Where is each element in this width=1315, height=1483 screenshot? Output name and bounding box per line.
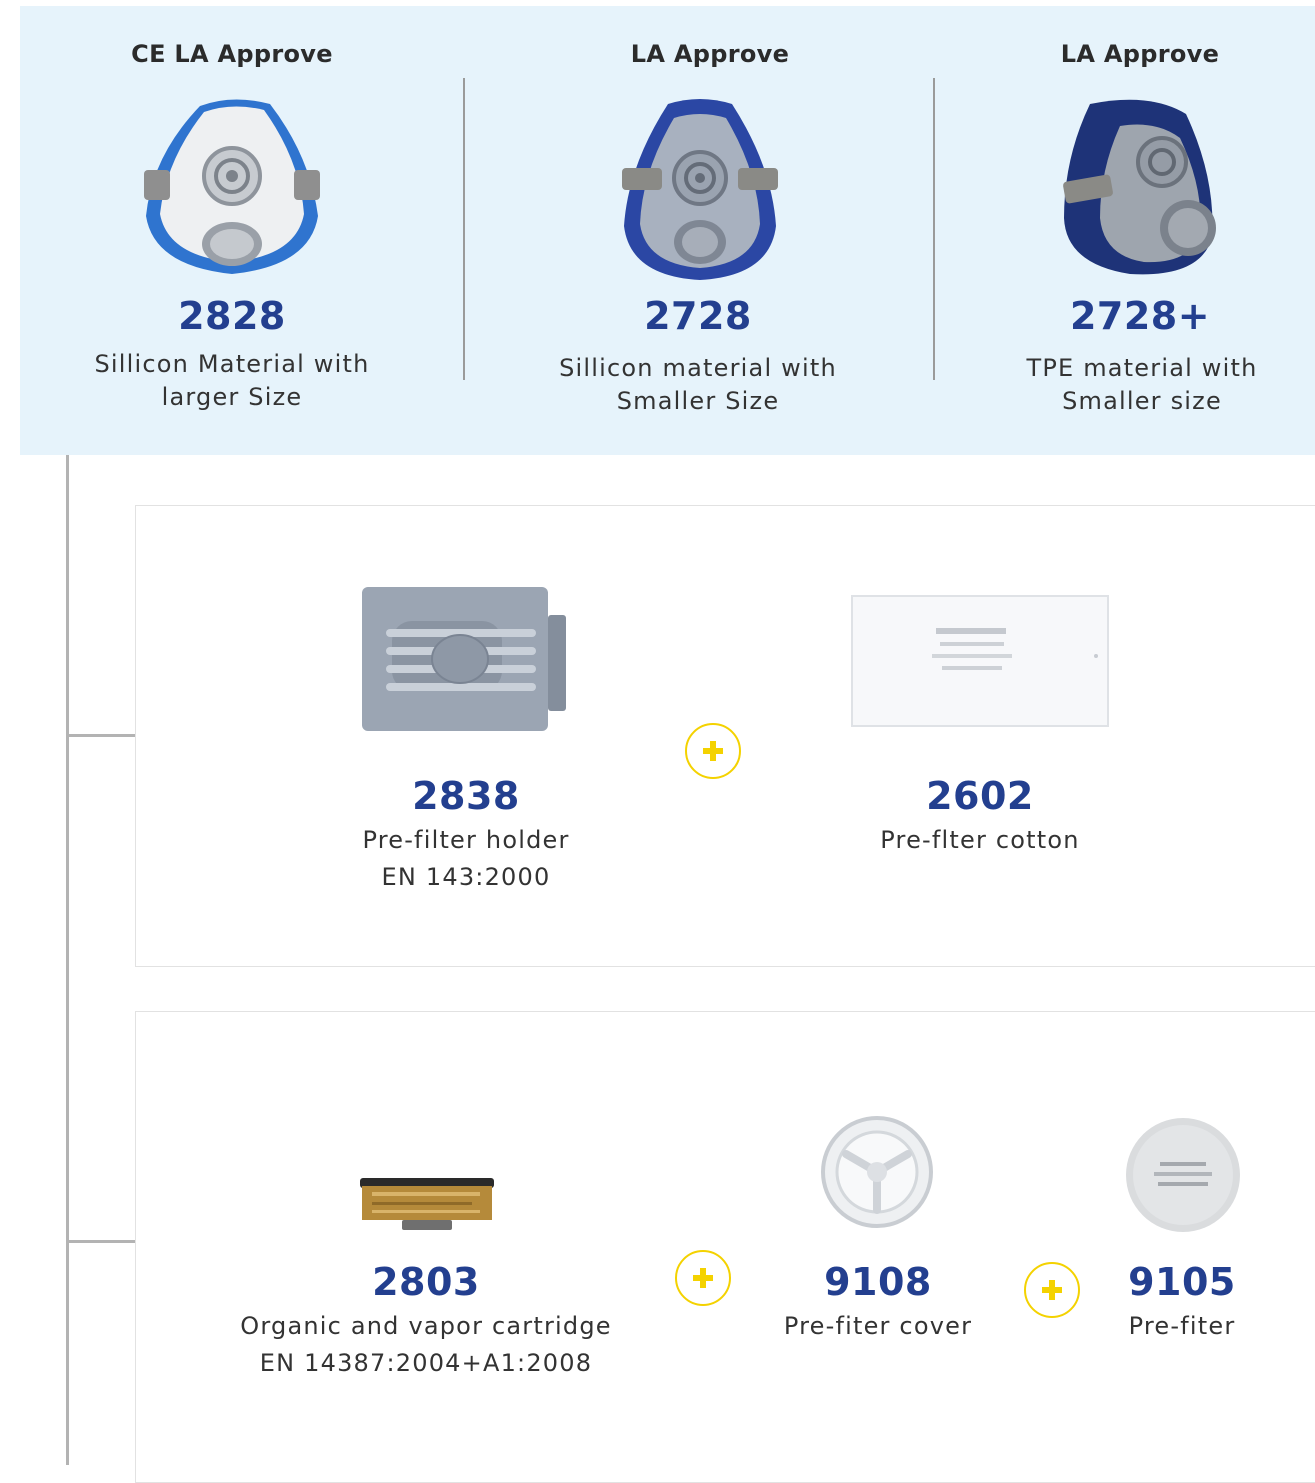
- tree-branch-line: [66, 1240, 136, 1243]
- mask-description-line: Sillicon Material with: [94, 350, 370, 378]
- organic-vapor-cartridge-icon: [358, 1174, 496, 1232]
- cartridge-model: 2803: [372, 1260, 480, 1304]
- prefilter-cover-icon: [816, 1114, 938, 1230]
- description-line: Pre-flter cotton: [880, 826, 1080, 854]
- tree-vertical-line: [66, 455, 69, 1465]
- description-line: EN 14387:2004+A1:2008: [259, 1349, 593, 1377]
- prefilter-disc-model: 9105: [1128, 1260, 1236, 1304]
- cartridge-card: [135, 1011, 1315, 1483]
- column-divider: [933, 78, 935, 380]
- mask-model-number: 2728+: [1069, 294, 1211, 338]
- mask-description-line: Smaller Size: [616, 387, 780, 415]
- prefilter-holder-icon: [362, 585, 568, 733]
- mask-approval-label: LA Approve: [1060, 40, 1220, 68]
- half-mask-respirator-icon: [1060, 98, 1220, 278]
- prefilter-cotton-model: 2602: [926, 774, 1034, 818]
- prefilter-cover-description: Pre-fiter cover: [688, 1308, 1068, 1345]
- description-line: Organic and vapor cartridge: [240, 1312, 612, 1340]
- mask-description-line: Sillicon material with: [559, 354, 837, 382]
- mask-description-line: Smaller size: [1062, 387, 1222, 415]
- prefilter-cotton-description: Pre-flter cotton: [780, 822, 1180, 859]
- mask-model-number: 2828: [178, 294, 286, 338]
- prefilter-disc-description: Pre-fiter: [1062, 1308, 1302, 1345]
- mask-description: Sillicon material with Smaller Size: [528, 352, 868, 418]
- description-line: Pre-fiter cover: [783, 1312, 973, 1340]
- description-line: EN 143:2000: [381, 863, 551, 891]
- prefilter-disc-icon: [1124, 1116, 1242, 1234]
- mask-description: TPE material with Smaller size: [972, 352, 1312, 418]
- mask-description-line: TPE material with: [1026, 354, 1258, 382]
- description-line: Pre-fiter: [1128, 1312, 1236, 1340]
- cartridge-description: Organic and vapor cartridge EN 14387:200…: [186, 1308, 666, 1382]
- prefilter-cover-model: 9108: [824, 1260, 932, 1304]
- prefilter-cotton-icon: [850, 592, 1110, 728]
- half-mask-respirator-icon: [140, 96, 324, 278]
- description-line: Pre-filter holder: [362, 826, 570, 854]
- mask-approval-label: LA Approve: [630, 40, 790, 68]
- tree-branch-line: [66, 734, 136, 737]
- plus-icon: [685, 723, 741, 779]
- plus-icon: [675, 1250, 731, 1306]
- mask-description-line: larger Size: [161, 383, 303, 411]
- mask-description: Sillicon Material with larger Size: [62, 348, 402, 414]
- column-divider: [463, 78, 465, 380]
- prefilter-holder-description: Pre-filter holder EN 143:2000: [266, 822, 666, 896]
- mask-approval-label: CE LA Approve: [131, 40, 333, 68]
- prefilter-holder-model: 2838: [412, 774, 520, 818]
- mask-model-number: 2728: [644, 294, 752, 338]
- half-mask-respirator-icon: [620, 96, 780, 282]
